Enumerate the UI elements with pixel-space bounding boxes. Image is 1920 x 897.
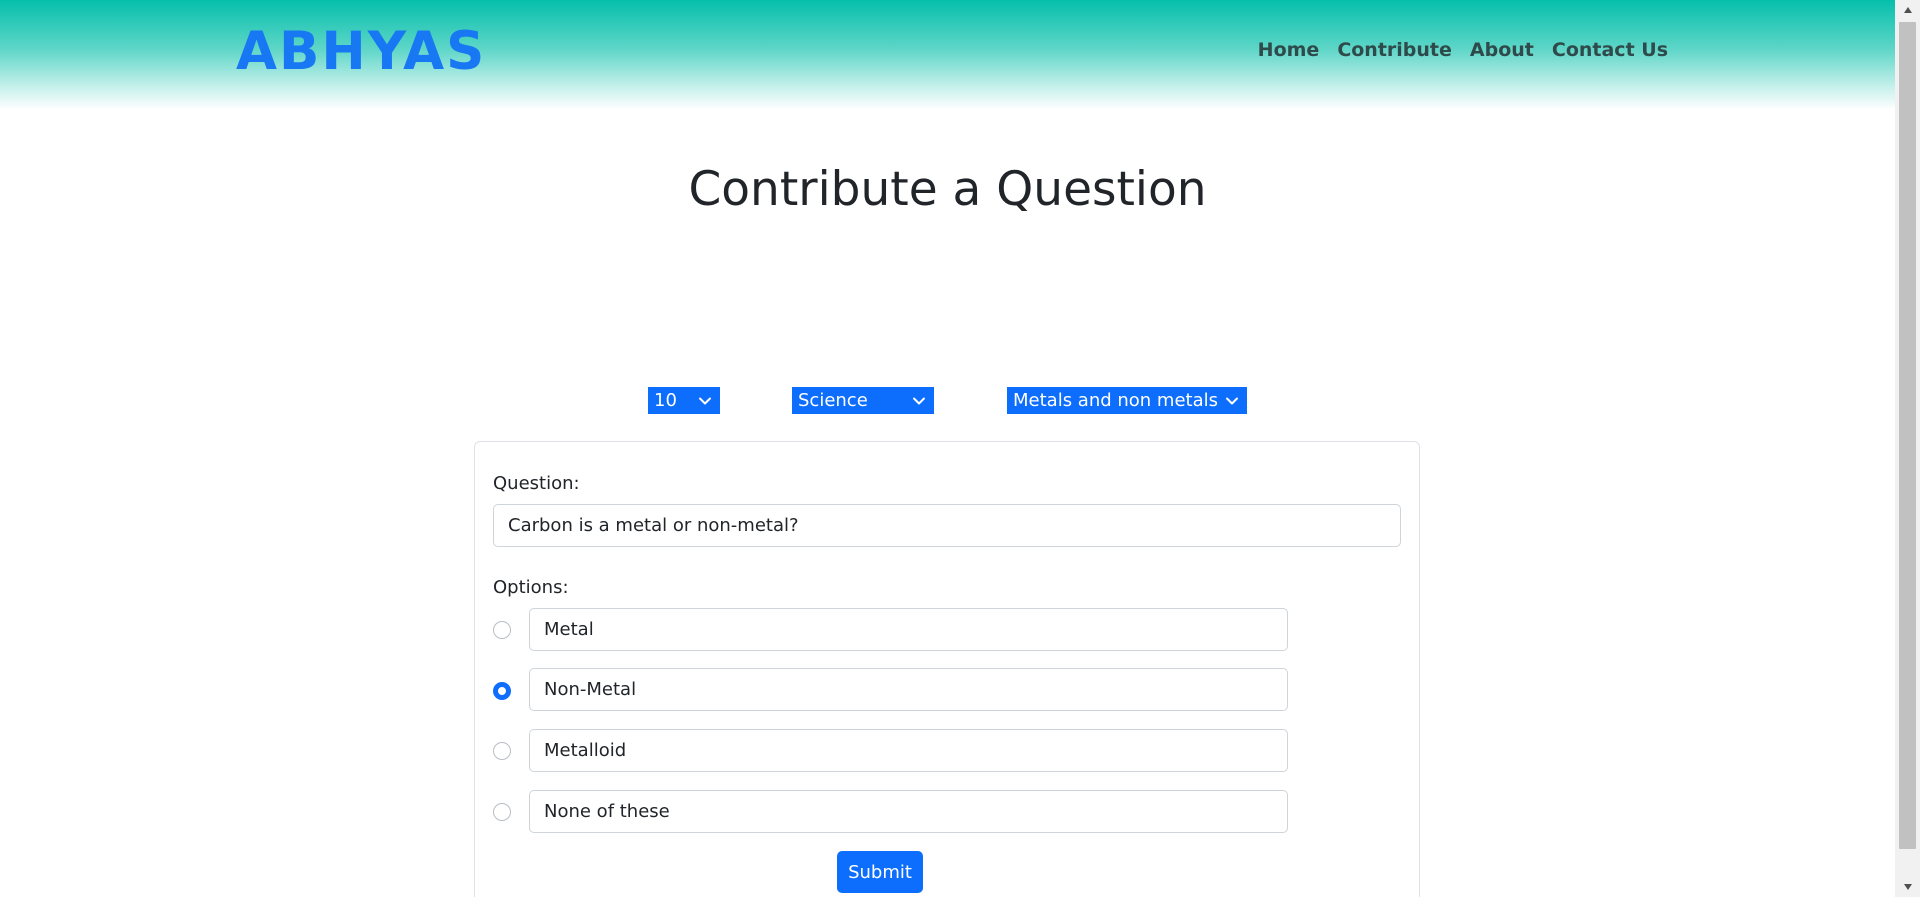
option-3-input[interactable] (529, 729, 1288, 772)
nav-links: Home Contribute About Contact Us (1258, 38, 1668, 62)
triangle-down-icon[interactable] (1895, 877, 1920, 897)
question-input[interactable] (493, 504, 1401, 547)
question-label: Question: (493, 473, 580, 494)
chapter-select[interactable]: Metals and non metals (1007, 387, 1247, 414)
chevron-down-icon (1225, 387, 1239, 414)
option-1-input[interactable] (529, 608, 1288, 651)
vertical-scrollbar[interactable] (1895, 0, 1920, 897)
nav-contribute[interactable]: Contribute (1337, 38, 1452, 62)
nav-home[interactable]: Home (1258, 38, 1320, 62)
nav-contact-us[interactable]: Contact Us (1552, 38, 1668, 62)
page-title: Contribute a Question (688, 162, 1207, 217)
option-2-input[interactable] (529, 668, 1288, 711)
page: ABHYAS Home Contribute About Contact Us … (0, 0, 1920, 897)
navbar: ABHYAS Home Contribute About Contact Us (0, 0, 1895, 110)
nav-about[interactable]: About (1470, 38, 1534, 62)
subject-select-value: Science (798, 390, 868, 411)
option-3-radio[interactable] (493, 742, 511, 760)
submit-button[interactable]: Submit (837, 851, 923, 893)
option-1-radio[interactable] (493, 621, 511, 639)
scrollbar-thumb[interactable] (1899, 22, 1916, 849)
option-2-radio[interactable] (493, 682, 511, 700)
option-4-radio[interactable] (493, 803, 511, 821)
chevron-down-icon (698, 387, 712, 414)
brand-logo[interactable]: ABHYAS (236, 22, 486, 82)
subject-select[interactable]: Science (792, 387, 934, 414)
question-form: Question: Options: Submit (474, 441, 1420, 897)
triangle-up-icon[interactable] (1895, 0, 1920, 20)
class-select-value: 10 (654, 390, 677, 411)
class-select[interactable]: 10 (648, 387, 720, 414)
option-4-input[interactable] (529, 790, 1288, 833)
chevron-down-icon (912, 387, 926, 414)
chapter-select-value: Metals and non metals (1013, 390, 1219, 411)
options-label: Options: (493, 577, 569, 598)
